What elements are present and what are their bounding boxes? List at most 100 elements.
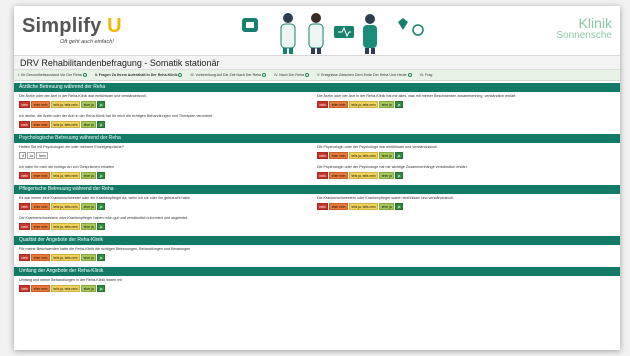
answer-teils-button[interactable]: teils ja, teils nein xyxy=(348,101,379,108)
answer-ja-button[interactable]: ja xyxy=(97,223,105,230)
answer-eher-nein-button[interactable]: eher nein xyxy=(31,254,50,261)
header: Simplify U Oft geht auch einfach! Klinik xyxy=(14,6,620,56)
answer-nein-button[interactable]: nein xyxy=(19,172,31,179)
answer-scale: nein eher nein teils ja, teils nein eher… xyxy=(19,203,311,211)
check-circle-icon xyxy=(82,73,87,78)
answer-nein-button[interactable]: nein xyxy=(317,152,329,159)
section-tabs: I. Ihr Gesundheitszustand Vor Der Reha I… xyxy=(14,70,620,81)
answer-ja-button[interactable]: ja xyxy=(97,254,105,261)
answer-eher-nein-button[interactable]: eher nein xyxy=(31,203,50,210)
answer-scale: nein eher nein teils ja, teils nein eher… xyxy=(317,152,609,160)
answer-teils-button[interactable]: teils ja, teils nein xyxy=(50,121,81,128)
tab-nach-der-reha[interactable]: IV. Nach Der Reha xyxy=(270,70,313,80)
answer-ja-button[interactable]: ja xyxy=(97,121,105,128)
check-circle-icon xyxy=(305,73,310,78)
answer-nein-button[interactable]: nein xyxy=(19,254,31,261)
answer-nein-button[interactable]: nein xyxy=(19,285,31,292)
answer-scale: nein eher nein teils ja, teils nein eher… xyxy=(317,101,609,109)
question-text: Die Ärztin oder der Arzt in der Reha-Kli… xyxy=(19,94,147,98)
question-text: Hatten Sie mit Psychologen ein oder mehr… xyxy=(19,145,124,149)
answer-ja-button[interactable]: ja xyxy=(97,285,105,292)
questionnaire-page: Simplify U Oft geht auch einfach! Klinik xyxy=(14,6,620,350)
tab-aufenthalt[interactable]: II. Fragen Zu Ihrem Aufenthalt In Der Re… xyxy=(91,70,187,80)
question-text: Die Krankenschwestern oder Krankenpflege… xyxy=(317,196,454,200)
answer-teils-button[interactable]: teils ja, teils nein xyxy=(348,172,379,179)
logo-tagline: Oft geht auch einfach! xyxy=(60,39,114,45)
answer-eher-ja-button[interactable]: eher ja xyxy=(379,152,395,159)
answer-teils-button[interactable]: teils ja, teils nein xyxy=(50,285,81,292)
answer-teils-button[interactable]: teils ja, teils nein xyxy=(50,101,81,108)
answer-ja-button[interactable]: ja xyxy=(395,203,403,210)
tab-vorbereitung[interactable]: III. Vorbereitung Auf Die Zeit Nach Der … xyxy=(186,70,270,80)
answer-ja-button[interactable]: ja xyxy=(97,101,105,108)
page-title: DRV Rehabilitandenbefragung - Somatik st… xyxy=(14,56,620,70)
answer-eher-ja-button[interactable]: eher ja xyxy=(379,203,395,210)
question-text: Die Psychologin oder der Psychologe war … xyxy=(317,145,438,149)
answer-scale: nein eher nein teils ja, teils nein eher… xyxy=(19,254,311,262)
question-text: Für meine Beschwerden hatte die Reha-Kli… xyxy=(19,247,191,251)
answer-eher-ja-button[interactable]: eher ja xyxy=(379,101,395,108)
yes-no-scale: ↺ Ja Nein xyxy=(19,152,311,160)
answer-teils-button[interactable]: teils ja, teils nein xyxy=(348,203,379,210)
check-circle-icon xyxy=(407,73,412,78)
answer-nein-button[interactable]: nein xyxy=(317,172,329,179)
answer-ja-button[interactable]: ja xyxy=(97,172,105,179)
tab-fragen[interactable]: VI. Frag xyxy=(416,70,437,80)
answer-nein-button[interactable]: nein xyxy=(317,101,329,108)
check-circle-icon xyxy=(262,73,267,78)
answer-nein-button[interactable]: nein xyxy=(19,121,31,128)
answer-eher-ja-button[interactable]: eher ja xyxy=(81,101,97,108)
answer-ja-button[interactable]: ja xyxy=(97,203,105,210)
answer-teils-button[interactable]: teils ja, teils nein xyxy=(50,172,81,179)
answer-scale: nein eher nein teils ja, teils nein eher… xyxy=(19,101,311,109)
answer-eher-nein-button[interactable]: eher nein xyxy=(329,101,348,108)
answer-nein-button[interactable]: Nein xyxy=(36,152,49,159)
answer-eher-nein-button[interactable]: eher nein xyxy=(31,172,50,179)
tab-ereignisse[interactable]: V. Ereignisse Zwischen Dem Ende Der Reha… xyxy=(313,70,416,80)
answer-teils-button[interactable]: teils ja, teils nein xyxy=(348,152,379,159)
answer-teils-button[interactable]: teils ja, teils nein xyxy=(50,203,81,210)
answer-nein-button[interactable]: nein xyxy=(19,223,31,230)
answer-ja-button[interactable]: ja xyxy=(395,152,403,159)
answer-eher-ja-button[interactable]: eher ja xyxy=(81,254,97,261)
answer-scale: nein eher nein teils ja, teils nein eher… xyxy=(19,223,311,231)
answer-nein-button[interactable]: nein xyxy=(19,203,31,210)
question-text: Ich denke, die Ärztin oder der Arzt in d… xyxy=(19,114,214,118)
klinik-logo: Klinik Sonnensche xyxy=(556,15,612,41)
answer-eher-nein-button[interactable]: eher nein xyxy=(31,285,50,292)
section-header-aerztlich: Ärztliche Betreuung während der Reha xyxy=(14,83,620,92)
answer-eher-nein-button[interactable]: eher nein xyxy=(31,101,50,108)
answer-eher-ja-button[interactable]: eher ja xyxy=(81,172,97,179)
question-text: Die Krankenschwestern oder Krankenpflege… xyxy=(19,216,189,220)
answer-scale: nein eher nein teils ja, teils nein eher… xyxy=(19,121,311,129)
answer-eher-nein-button[interactable]: eher nein xyxy=(329,152,348,159)
answer-nein-button[interactable]: nein xyxy=(317,203,329,210)
answer-ja-button[interactable]: Ja xyxy=(27,152,36,159)
question-text: Ich habe für mich die richtige Art von G… xyxy=(19,165,115,169)
question-text: Es war immer eine Krankenschwester oder … xyxy=(19,196,190,200)
answer-eher-nein-button[interactable]: eher nein xyxy=(329,172,348,179)
answer-scale: nein eher nein teils ja, teils nein eher… xyxy=(19,172,311,180)
answer-ja-button[interactable]: ja xyxy=(395,101,403,108)
answer-eher-ja-button[interactable]: eher ja xyxy=(379,172,395,179)
medical-staff-illustration xyxy=(242,13,424,54)
tab-gesundheitszustand[interactable]: I. Ihr Gesundheitszustand Vor Der Reha xyxy=(14,70,91,80)
section-header-umfang: Umfang der Angebote der Reha-Klinik xyxy=(14,267,620,276)
answer-eher-ja-button[interactable]: eher ja xyxy=(81,285,97,292)
answer-scale: nein eher nein teils ja, teils nein eher… xyxy=(317,203,609,211)
answer-teils-button[interactable]: teils ja, teils nein xyxy=(50,223,81,230)
check-circle-icon xyxy=(178,73,183,78)
answer-eher-ja-button[interactable]: eher ja xyxy=(81,223,97,230)
answer-nein-button[interactable]: nein xyxy=(19,101,31,108)
answer-eher-ja-button[interactable]: eher ja xyxy=(81,121,97,128)
answer-ja-button[interactable]: ja xyxy=(395,172,403,179)
answer-teils-button[interactable]: teils ja, teils nein xyxy=(50,254,81,261)
answer-scale: nein eher nein teils ja, teils nein eher… xyxy=(317,172,609,180)
answer-eher-nein-button[interactable]: eher nein xyxy=(329,203,348,210)
reset-icon[interactable]: ↺ xyxy=(19,152,26,159)
answer-eher-nein-button[interactable]: eher nein xyxy=(31,121,50,128)
section-header-qualitaet: Qualität der Angebote der Reha-Klinik xyxy=(14,236,620,245)
answer-eher-ja-button[interactable]: eher ja xyxy=(81,203,97,210)
answer-eher-nein-button[interactable]: eher nein xyxy=(31,223,50,230)
section-header-pflegerisch: Pflegerische Betreuung während der Reha xyxy=(14,185,620,194)
